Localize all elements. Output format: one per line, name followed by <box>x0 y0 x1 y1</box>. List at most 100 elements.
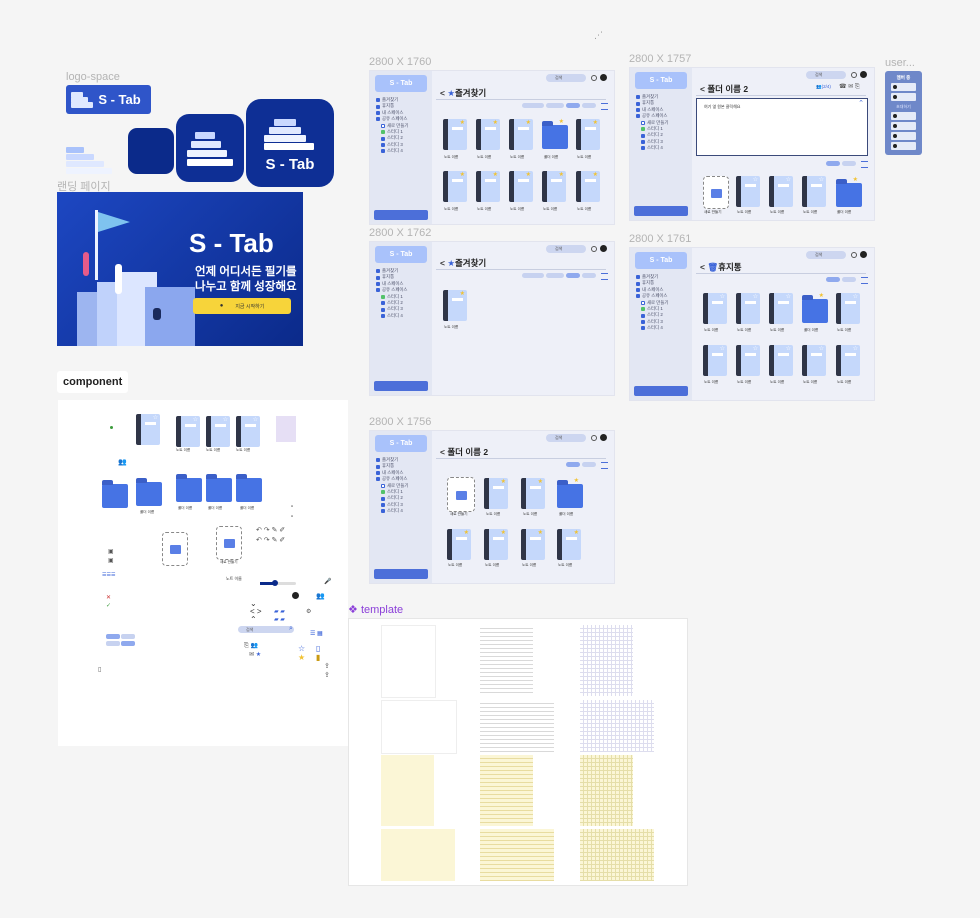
note-card[interactable]: ★ <box>521 529 545 560</box>
note-card[interactable]: ★ <box>443 171 467 202</box>
note-card[interactable]: ★ <box>476 119 500 150</box>
sort-pills[interactable] <box>522 103 564 108</box>
note-card[interactable]: ★ <box>509 119 533 150</box>
note-card[interactable]: ☆ <box>836 345 860 376</box>
chevron-up-icon[interactable]: ⌃ <box>858 99 864 107</box>
view-toggle[interactable] <box>566 103 596 108</box>
note-card[interactable]: ★ <box>484 529 508 560</box>
template-grid-landscape[interactable] <box>580 700 654 752</box>
gear-icon[interactable] <box>851 252 857 258</box>
folder-card[interactable]: ★ <box>802 293 828 323</box>
avatar-icon[interactable] <box>292 592 299 599</box>
settings-icon[interactable]: ⚙ <box>306 608 311 615</box>
view-toggle[interactable] <box>826 161 856 166</box>
note-card[interactable]: ☆ <box>802 345 826 376</box>
sidebar-item-study4[interactable]: 스터디 4 <box>636 145 668 151</box>
template-yellow-blank[interactable] <box>381 755 434 826</box>
search-input[interactable]: 검색 <box>806 71 846 79</box>
search-input[interactable]: 검색 <box>546 434 586 442</box>
gear-icon[interactable] <box>851 72 857 78</box>
list-icon[interactable] <box>861 277 868 284</box>
note-card[interactable]: ★ <box>521 478 545 509</box>
sidebar-footer[interactable] <box>634 206 688 216</box>
note-card[interactable]: ☆ <box>736 293 760 324</box>
sidebar-footer[interactable] <box>634 386 688 396</box>
list-icon[interactable] <box>861 161 868 168</box>
search-icon[interactable]: ⌕ <box>289 625 293 633</box>
tool-icons[interactable]: ▫ ▫ <box>291 502 299 522</box>
note-card[interactable]: ☆ <box>136 414 160 445</box>
user-icon[interactable] <box>600 434 607 441</box>
note-card[interactable]: ★ <box>443 290 467 321</box>
sidebar-item-study4[interactable]: 스터디 4 <box>376 508 408 514</box>
memo-textarea[interactable]: 여기 옆 원본 클릭해요 ⌃ <box>696 98 868 156</box>
template-blank-landscape[interactable] <box>381 700 457 754</box>
view-toggle[interactable] <box>826 277 856 282</box>
note-card[interactable]: ☆ <box>769 176 793 207</box>
sidebar-item-study4[interactable]: 스터디 4 <box>376 313 407 319</box>
list-icon[interactable] <box>601 273 608 280</box>
toggle-pills[interactable] <box>106 634 135 646</box>
sidebar-footer[interactable] <box>374 569 428 579</box>
invite-label[interactable]: 초대하기 <box>885 104 922 110</box>
template-yellow-lined-landscape[interactable] <box>480 829 554 881</box>
folder-card[interactable]: ★ <box>542 119 568 149</box>
share-icons[interactable]: ⇪ ⇪ <box>324 662 330 680</box>
note-card[interactable]: ★ <box>576 119 600 150</box>
header-icons[interactable]: ☎ ✉ ⎘ <box>839 83 860 91</box>
note-card[interactable]: ★ <box>542 171 566 202</box>
sidebar-item-study4[interactable]: 스터디 4 <box>636 325 668 331</box>
template-yellow-grid-landscape[interactable] <box>580 829 654 881</box>
folder-small-icons[interactable]: ▰ ▰ ▰ ▰ <box>274 608 285 624</box>
new-item-button[interactable] <box>216 526 242 560</box>
search-input[interactable]: 검색 <box>238 626 294 633</box>
grid-list-icons[interactable]: ☰ ▦ <box>310 630 323 637</box>
folder-card[interactable]: ★ <box>836 177 862 207</box>
note-card[interactable]: ☆ <box>802 176 826 207</box>
search-input[interactable]: 검색 <box>546 74 586 82</box>
note-card[interactable]: ☆ <box>769 293 793 324</box>
folder-card[interactable]: ☆ <box>236 472 262 502</box>
note-card[interactable]: ☆ <box>736 176 760 207</box>
search-input[interactable]: 검색 <box>546 245 586 253</box>
template-lined[interactable] <box>480 625 533 696</box>
sidebar-item-study4[interactable]: 스터디 4 <box>376 148 408 154</box>
note-card[interactable]: ★ <box>509 171 533 202</box>
note-card[interactable]: ☆ <box>703 293 727 324</box>
new-item-button[interactable] <box>703 176 729 209</box>
folder-card[interactable]: ☆ <box>136 476 162 506</box>
template-lined-landscape[interactable] <box>480 700 554 752</box>
folder-card[interactable]: ☆ <box>176 472 202 502</box>
gear-icon[interactable] <box>591 246 597 252</box>
template-blank[interactable] <box>381 625 436 698</box>
sort-pills[interactable] <box>522 273 564 278</box>
misc-icons[interactable]: ⎘ 👥 ✉ ★ <box>244 642 261 660</box>
star-icons[interactable]: ☆ ★ <box>298 644 305 662</box>
new-item-button[interactable] <box>162 532 188 566</box>
folder-card[interactable]: ★ <box>557 478 583 508</box>
template-yellow-lined[interactable] <box>480 755 533 826</box>
view-toggle[interactable] <box>566 462 596 467</box>
note-card[interactable]: ☆ <box>206 416 230 447</box>
user-icon[interactable] <box>600 245 607 252</box>
note-card[interactable]: ★ <box>447 529 471 560</box>
user-icon[interactable] <box>860 71 867 78</box>
user-icon[interactable] <box>600 74 607 81</box>
note-card[interactable]: ★ <box>576 171 600 202</box>
folder-card[interactable]: ☆ <box>102 478 128 508</box>
note-card[interactable]: ☆ <box>176 416 200 447</box>
note-card[interactable]: ★ <box>484 478 508 509</box>
note-card[interactable]: ★ <box>476 171 500 202</box>
chevron-icons[interactable]: ⌄ < > ⌃ <box>250 600 262 624</box>
note-card[interactable]: ★ <box>557 529 581 560</box>
landing-cta-button[interactable]: ● 지금 시작하기 <box>193 298 291 314</box>
user-icon[interactable] <box>860 251 867 258</box>
undo-redo-icons[interactable]: ↶ ↷ ✎ ✐ ↶ ↷ ✎ ✐ <box>256 526 288 548</box>
list-icon[interactable] <box>601 462 608 469</box>
bookmark-icons[interactable]: ▯ ▮ <box>316 644 320 662</box>
gear-icon[interactable] <box>591 75 597 81</box>
note-card[interactable]: ☆ <box>736 345 760 376</box>
volume-slider[interactable] <box>260 580 296 586</box>
close-icon[interactable]: ✕ ✓ <box>106 594 111 610</box>
folder-card[interactable]: ☆ <box>206 472 232 502</box>
